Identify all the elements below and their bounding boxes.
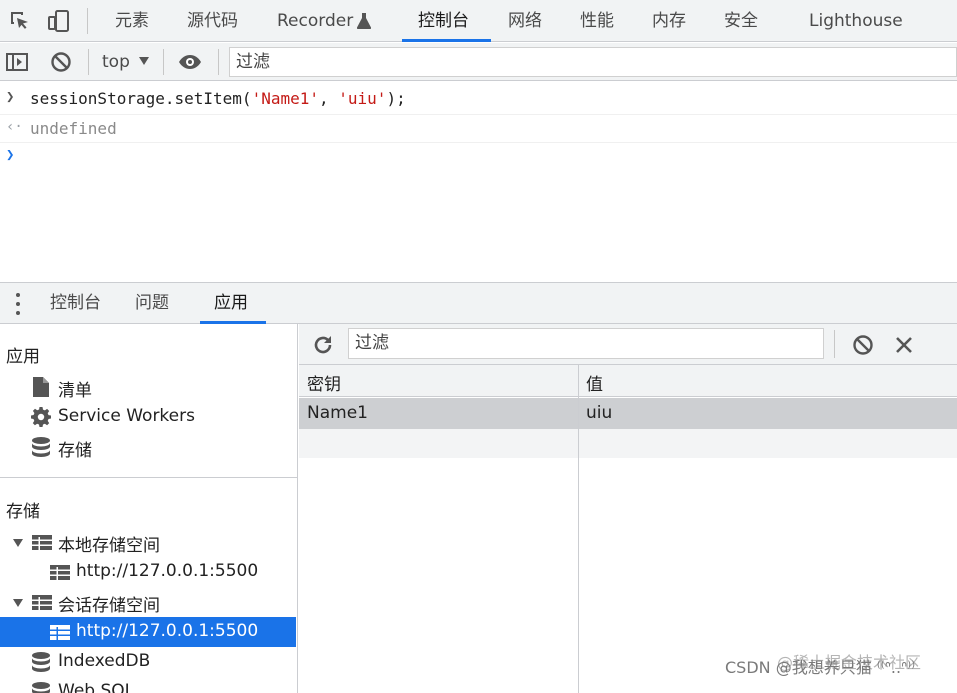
tab-console[interactable]: 控制台 <box>418 0 469 42</box>
devtools-main-tabbar: 元素 源代码 Recorder 控制台 网络 性能 内存 安全 Lighthou… <box>0 0 957 42</box>
clear-all-icon[interactable] <box>851 333 875 357</box>
prompt-chevron-icon: ❯ <box>6 147 15 163</box>
file-icon <box>33 377 49 397</box>
sidebar-item-label: 会话存储空间 <box>58 596 160 616</box>
sidebar-item-label: 本地存储空间 <box>58 536 160 556</box>
more-options-icon[interactable] <box>16 293 20 315</box>
drawer-tab-console[interactable]: 控制台 <box>50 283 101 324</box>
return-arrow-icon: ‹· <box>6 119 23 135</box>
sidebar-item-label: Service Workers <box>58 406 195 426</box>
table-grid-icon <box>50 565 70 580</box>
sidebar-item-label: http://127.0.0.1:5500 <box>76 621 259 641</box>
tab-lighthouse[interactable]: Lighthouse <box>809 0 903 42</box>
tab-sources[interactable]: 源代码 <box>187 0 238 42</box>
storage-table-header: 密钥 值 <box>299 365 957 397</box>
storage-filter-input[interactable]: 过滤 <box>348 328 824 359</box>
database-icon <box>32 682 50 693</box>
tab-recorder-label: Recorder <box>277 11 354 31</box>
code-string-arg: 'Name1' <box>251 89 319 108</box>
tab-security[interactable]: 安全 <box>724 0 758 42</box>
clear-console-icon[interactable] <box>49 50 73 74</box>
delete-selected-icon[interactable] <box>892 333 916 357</box>
sidebar-item-storage[interactable]: 存储 <box>0 432 297 462</box>
live-expression-eye-icon[interactable] <box>178 50 202 74</box>
sidebar-item-label: http://127.0.0.1:5500 <box>76 561 259 581</box>
sidebar-item-label: Web SQL <box>58 681 135 693</box>
sidebar-item-session-storage[interactable]: 会话存储空间 <box>0 587 297 617</box>
chevron-right-icon: ❯ <box>6 89 15 105</box>
tab-recorder[interactable]: Recorder <box>277 0 371 42</box>
chevron-down-icon <box>139 57 149 65</box>
console-result: undefined <box>30 119 117 138</box>
expand-triangle-icon[interactable] <box>13 599 23 607</box>
console-prompt[interactable]: ❯ <box>0 144 957 172</box>
toolbar-divider <box>88 49 89 75</box>
column-divider <box>578 365 579 693</box>
sidebar-item-label: 存储 <box>58 441 92 461</box>
tab-network[interactable]: 网络 <box>508 0 542 42</box>
code-prefix: sessionStorage.setItem( <box>30 89 252 108</box>
sidebar-item-session-origin[interactable]: http://127.0.0.1:5500 <box>0 617 296 647</box>
tab-memory[interactable]: 内存 <box>652 0 686 42</box>
section-divider <box>0 477 297 478</box>
column-header-key[interactable]: 密钥 <box>307 370 341 395</box>
device-toolbar-icon[interactable] <box>47 9 71 33</box>
table-grid-icon <box>32 595 52 610</box>
flask-icon <box>357 13 371 29</box>
console-command: sessionStorage.setItem('Name1', 'uiu'); <box>30 89 406 108</box>
storage-toolbar: 过滤 <box>299 324 957 365</box>
watermark: CSDN @我想养只猫 ⁽⁽ᐢ..ᐢ⁾⁾ @稀土掘金技术社区 <box>725 653 921 678</box>
gear-icon <box>31 407 51 427</box>
code-suffix: ); <box>386 89 406 108</box>
tab-elements[interactable]: 元素 <box>115 0 149 42</box>
database-icon <box>32 652 50 672</box>
table-grid-icon <box>32 535 52 550</box>
drawer-tabbar: 控制台 问题 应用 <box>0 282 957 324</box>
console-filter-input[interactable]: 过滤 <box>229 47 957 77</box>
toolbar-divider <box>218 49 219 75</box>
console-toolbar: top 过滤 <box>0 43 957 81</box>
sidebar-item-label: IndexedDB <box>58 651 151 671</box>
section-title-storage: 存储 <box>6 502 40 522</box>
cell-key[interactable]: Name1 <box>307 403 368 423</box>
toolbar-divider <box>87 8 88 34</box>
refresh-icon[interactable] <box>311 333 335 357</box>
tab-performance[interactable]: 性能 <box>580 0 614 42</box>
watermark-secondary: @稀土掘金技术社区 <box>777 653 922 672</box>
toolbar-divider <box>163 49 164 75</box>
console-input-line: ❯ sessionStorage.setItem('Name1', 'uiu')… <box>0 82 957 115</box>
inspect-element-icon[interactable] <box>8 9 32 33</box>
active-tab-indicator <box>402 39 491 42</box>
expand-triangle-icon[interactable] <box>13 539 23 547</box>
sidebar-item-local-origin[interactable]: http://127.0.0.1:5500 <box>0 557 297 587</box>
sidebar-item-websql[interactable]: Web SQL <box>0 677 297 693</box>
table-grid-icon <box>50 625 70 640</box>
database-icon <box>32 437 50 457</box>
drawer-tab-issues[interactable]: 问题 <box>135 283 169 324</box>
sidebar-item-local-storage[interactable]: 本地存储空间 <box>0 527 297 557</box>
sidebar-item-manifest[interactable]: 清单 <box>0 372 297 402</box>
application-sidebar: 应用 清单 Service Workers 存储 存储 本地存储空间 http:… <box>0 324 298 693</box>
cell-value[interactable]: uiu <box>586 403 612 423</box>
table-row[interactable]: Name1 uiu <box>299 398 957 429</box>
sidebar-item-label: 清单 <box>58 381 92 401</box>
sidebar-item-service-workers[interactable]: Service Workers <box>0 402 297 432</box>
code-separator: , <box>319 89 339 108</box>
console-result-line: ‹· undefined <box>0 116 957 143</box>
code-string-arg: 'uiu' <box>338 89 387 108</box>
column-header-value[interactable]: 值 <box>586 370 603 395</box>
section-title-application: 应用 <box>6 347 40 367</box>
context-selector[interactable]: top <box>102 43 130 81</box>
show-sidebar-icon[interactable] <box>5 50 29 74</box>
sidebar-item-indexeddb[interactable]: IndexedDB <box>0 647 297 677</box>
toolbar-divider <box>834 330 835 358</box>
drawer-tab-application[interactable]: 应用 <box>214 283 248 324</box>
console-output: ❯ sessionStorage.setItem('Name1', 'uiu')… <box>0 82 957 282</box>
table-row-empty[interactable] <box>299 429 957 458</box>
